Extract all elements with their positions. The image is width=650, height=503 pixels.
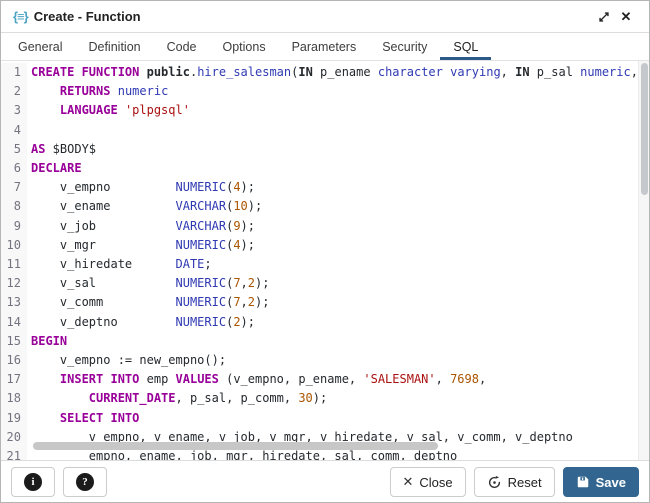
save-button[interactable]: Save	[563, 467, 639, 497]
line-number: 4	[1, 121, 27, 140]
line-content: v_deptno NUMERIC(2);	[27, 313, 255, 332]
dialog-titlebar: {≡} Create - Function ✕	[1, 1, 649, 33]
line-content: LANGUAGE 'plpgsql'	[27, 101, 190, 120]
code-line[interactable]: 7 v_empno NUMERIC(4);	[1, 178, 649, 197]
close-button[interactable]: ✕ Close	[390, 467, 466, 497]
line-content: AS $BODY$	[27, 140, 96, 159]
line-number: 20	[1, 428, 27, 447]
code-line[interactable]: 2 RETURNS numeric	[1, 82, 649, 101]
function-icon: {≡}	[13, 9, 28, 24]
code-line[interactable]: 1CREATE FUNCTION public.hire_salesman(IN…	[1, 63, 649, 82]
tab-definition[interactable]: Definition	[75, 33, 153, 60]
code-line[interactable]: 4	[1, 121, 649, 140]
help-icon: ?	[76, 473, 94, 491]
close-button-icon: ✕	[403, 474, 414, 490]
line-number: 6	[1, 159, 27, 178]
code-line[interactable]: 12 v_sal NUMERIC(7,2);	[1, 274, 649, 293]
line-number: 9	[1, 217, 27, 236]
close-button-label: Close	[419, 475, 452, 490]
line-content: SELECT INTO	[27, 409, 139, 428]
line-content: DECLARE	[27, 159, 82, 178]
code-line[interactable]: 6DECLARE	[1, 159, 649, 178]
code-line[interactable]: 9 v_job VARCHAR(9);	[1, 217, 649, 236]
line-number: 21	[1, 447, 27, 460]
code-line[interactable]: 19 SELECT INTO	[1, 409, 649, 428]
code-line[interactable]: 3 LANGUAGE 'plpgsql'	[1, 101, 649, 120]
line-number: 8	[1, 197, 27, 216]
code-line[interactable]: 18 CURRENT_DATE, p_sal, p_comm, 30);	[1, 389, 649, 408]
line-number: 7	[1, 178, 27, 197]
line-number: 12	[1, 274, 27, 293]
tab-security[interactable]: Security	[369, 33, 440, 60]
dialog-footer: i ? ✕ Close Reset	[1, 460, 649, 503]
line-content: CURRENT_DATE, p_sal, p_comm, 30);	[27, 389, 327, 408]
line-content: v_sal NUMERIC(7,2);	[27, 274, 269, 293]
line-content: v_job VARCHAR(9);	[27, 217, 255, 236]
line-number: 10	[1, 236, 27, 255]
tab-parameters[interactable]: Parameters	[279, 33, 370, 60]
tab-code[interactable]: Code	[154, 33, 210, 60]
tab-bar: GeneralDefinitionCodeOptionsParametersSe…	[1, 33, 649, 61]
info-button[interactable]: i	[11, 467, 55, 497]
code-area[interactable]: 1CREATE FUNCTION public.hire_salesman(IN…	[1, 61, 649, 460]
close-icon[interactable]: ✕	[615, 6, 637, 28]
line-content: INSERT INTO emp VALUES (v_empno, p_ename…	[27, 370, 486, 389]
line-number: 13	[1, 293, 27, 312]
line-number: 2	[1, 82, 27, 101]
line-content	[27, 121, 38, 140]
code-line[interactable]: 10 v_mgr NUMERIC(4);	[1, 236, 649, 255]
line-number: 14	[1, 313, 27, 332]
code-line[interactable]: 14 v_deptno NUMERIC(2);	[1, 313, 649, 332]
line-number: 1	[1, 63, 27, 82]
code-line[interactable]: 11 v_hiredate DATE;	[1, 255, 649, 274]
sql-editor[interactable]: 1CREATE FUNCTION public.hire_salesman(IN…	[1, 61, 649, 460]
code-line[interactable]: 15BEGIN	[1, 332, 649, 351]
horizontal-scrollbar[interactable]	[27, 442, 637, 450]
line-content: v_comm NUMERIC(7,2);	[27, 293, 269, 312]
reset-icon	[487, 475, 502, 490]
save-button-label: Save	[596, 475, 626, 490]
create-function-dialog: {≡} Create - Function ✕ GeneralDefinitio…	[0, 0, 650, 503]
code-line[interactable]: 16 v_empno := new_empno();	[1, 351, 649, 370]
line-number: 19	[1, 409, 27, 428]
line-number: 3	[1, 101, 27, 120]
line-content: RETURNS numeric	[27, 82, 168, 101]
reset-button[interactable]: Reset	[474, 467, 555, 497]
code-line[interactable]: 17 INSERT INTO emp VALUES (v_empno, p_en…	[1, 370, 649, 389]
save-icon	[576, 475, 590, 489]
line-content: v_mgr NUMERIC(4);	[27, 236, 255, 255]
line-number: 18	[1, 389, 27, 408]
line-content: CREATE FUNCTION public.hire_salesman(IN …	[27, 63, 649, 82]
tab-sql[interactable]: SQL	[440, 33, 491, 60]
line-number: 15	[1, 332, 27, 351]
code-line[interactable]: 8 v_ename VARCHAR(10);	[1, 197, 649, 216]
maximize-icon[interactable]	[593, 6, 615, 28]
help-button[interactable]: ?	[63, 467, 107, 497]
line-content: v_ename VARCHAR(10);	[27, 197, 262, 216]
code-line[interactable]: 13 v_comm NUMERIC(7,2);	[1, 293, 649, 312]
reset-button-label: Reset	[508, 475, 542, 490]
line-number: 11	[1, 255, 27, 274]
line-number: 5	[1, 140, 27, 159]
line-content: v_empno NUMERIC(4);	[27, 178, 255, 197]
tab-general[interactable]: General	[5, 33, 75, 60]
line-content: BEGIN	[27, 332, 67, 351]
tab-options[interactable]: Options	[210, 33, 279, 60]
info-icon: i	[24, 473, 42, 491]
line-number: 17	[1, 370, 27, 389]
line-number: 16	[1, 351, 27, 370]
code-line[interactable]: 5AS $BODY$	[1, 140, 649, 159]
line-content: v_empno := new_empno();	[27, 351, 226, 370]
vertical-scrollbar[interactable]	[638, 61, 649, 460]
horizontal-scrollbar-thumb[interactable]	[33, 442, 438, 450]
line-content: v_hiredate DATE;	[27, 255, 212, 274]
vertical-scrollbar-thumb[interactable]	[641, 63, 648, 195]
dialog-title: Create - Function	[34, 9, 141, 24]
